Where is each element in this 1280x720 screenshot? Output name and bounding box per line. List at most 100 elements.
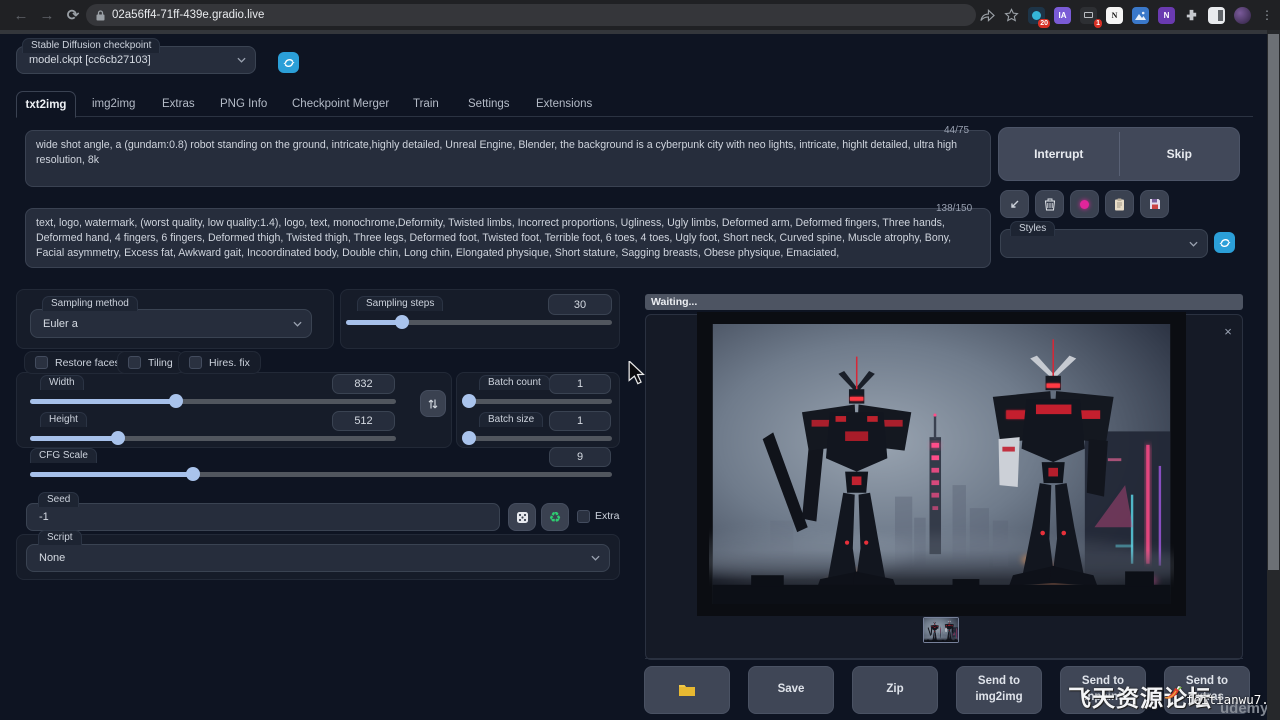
tab-extensions[interactable]: Extensions <box>532 91 596 117</box>
extension-pin-icon[interactable]: 20 <box>1028 7 1045 24</box>
paste-params-button[interactable] <box>1000 190 1029 218</box>
batch-size-slider[interactable] <box>466 431 612 445</box>
refresh-icon <box>1219 237 1231 249</box>
extensions-puzzle-icon[interactable] <box>1184 8 1199 23</box>
save-button[interactable]: Save <box>748 666 834 714</box>
slider-handle[interactable] <box>462 394 476 408</box>
styles-refresh-button[interactable] <box>1214 232 1235 253</box>
random-seed-button[interactable] <box>508 503 536 531</box>
slider-handle[interactable] <box>462 431 476 445</box>
batch-count-label: Batch count <box>479 375 550 390</box>
extension-badge: 20 <box>1038 19 1050 28</box>
bookmark-star-icon[interactable] <box>1004 8 1019 23</box>
negative-prompt-input[interactable]: text, logo, watermark, (worst quality, l… <box>25 208 991 268</box>
clear-prompt-button[interactable] <box>1035 190 1064 218</box>
swap-dimensions-button[interactable] <box>420 390 446 417</box>
script-select[interactable]: None <box>26 544 610 572</box>
apply-styles-button[interactable] <box>1105 190 1134 218</box>
slider-handle[interactable] <box>111 431 125 445</box>
seed-extra-checkbox[interactable] <box>577 510 590 523</box>
tab-txt2img[interactable]: txt2img <box>16 91 76 118</box>
restore-faces-option[interactable]: Restore faces <box>24 351 131 374</box>
extension-screenshot-icon[interactable]: 1 <box>1080 7 1097 24</box>
save-style-button[interactable] <box>1140 190 1169 218</box>
slider-handle[interactable] <box>395 315 409 329</box>
script-label: Script <box>38 530 82 545</box>
open-folder-button[interactable] <box>644 666 730 714</box>
extension-ia-icon[interactable]: IA <box>1054 7 1071 24</box>
extension-image-icon[interactable] <box>1132 7 1149 24</box>
slider-handle[interactable] <box>186 467 200 481</box>
cfg-scale-slider[interactable] <box>30 467 612 481</box>
scrollbar-thumb[interactable] <box>1268 34 1279 570</box>
hires-fix-option[interactable]: Hires. fix <box>178 351 261 374</box>
chevron-down-icon <box>237 57 246 63</box>
height-value[interactable]: 512 <box>332 411 395 431</box>
batch-count-value[interactable]: 1 <box>549 374 611 394</box>
sampling-steps-slider[interactable] <box>346 315 612 329</box>
hires-fix-checkbox[interactable] <box>189 356 202 369</box>
tab-settings[interactable]: Settings <box>464 91 514 117</box>
width-value[interactable]: 832 <box>332 374 395 394</box>
tiling-option[interactable]: Tiling <box>117 351 184 374</box>
batch-size-value[interactable]: 1 <box>549 411 611 431</box>
send-to-img2img-button[interactable]: Send to img2img <box>956 666 1042 714</box>
tab-png-info[interactable]: PNG Info <box>216 91 271 117</box>
interrupt-button[interactable]: Interrupt <box>999 128 1119 180</box>
extra-networks-button[interactable] <box>1070 190 1099 218</box>
tab-extras[interactable]: Extras <box>158 91 199 117</box>
sidepanel-icon[interactable] <box>1208 7 1225 24</box>
cfg-scale-value[interactable]: 9 <box>549 447 611 467</box>
width-slider[interactable] <box>30 394 396 408</box>
tiling-checkbox[interactable] <box>128 356 141 369</box>
batch-size-label: Batch size <box>479 412 543 427</box>
chevron-down-icon <box>591 555 600 561</box>
gallery-thumbnail[interactable] <box>923 617 959 643</box>
slider-handle[interactable] <box>169 394 183 408</box>
chili-logo-icon <box>1158 678 1184 704</box>
sampling-steps-label: Sampling steps <box>357 296 443 311</box>
reuse-seed-button[interactable]: ♻ <box>541 503 569 531</box>
height-slider[interactable] <box>30 431 396 445</box>
seed-value: -1 <box>39 511 49 523</box>
prompt-input[interactable]: wide shot angle, a (gundam:0.8) robot st… <box>25 130 991 187</box>
address-bar[interactable]: 02a56ff4-71ff-439e.gradio.live <box>86 4 976 26</box>
sampling-method-label: Sampling method <box>42 296 138 311</box>
sampling-method-value: Euler a <box>43 318 78 330</box>
page-scrollbar[interactable] <box>1267 30 1280 720</box>
browser-forward-button[interactable]: → <box>34 7 60 24</box>
restore-faces-label: Restore faces <box>55 357 120 369</box>
width-label: Width <box>40 375 84 390</box>
extension-notion-icon[interactable]: N <box>1106 7 1123 24</box>
checkpoint-refresh-button[interactable] <box>278 52 299 73</box>
tab-img2img[interactable]: img2img <box>88 91 139 117</box>
sampling-method-select[interactable]: Euler a <box>30 309 312 338</box>
seed-input[interactable]: -1 <box>26 503 500 531</box>
profile-avatar[interactable] <box>1234 7 1251 24</box>
lock-icon <box>96 10 105 21</box>
height-label: Height <box>40 412 87 427</box>
extension-onenote-icon[interactable]: N <box>1158 7 1175 24</box>
progress-bar: Waiting... <box>645 294 1243 310</box>
share-icon[interactable] <box>980 8 995 22</box>
restore-faces-checkbox[interactable] <box>35 356 48 369</box>
skip-button[interactable]: Skip <box>1120 128 1240 180</box>
batch-count-slider[interactable] <box>466 394 612 408</box>
tab-checkpoint-merger[interactable]: Checkpoint Merger <box>288 91 393 117</box>
styles-label: Styles <box>1010 221 1055 236</box>
script-value: None <box>39 552 65 564</box>
close-preview-icon[interactable]: × <box>1220 324 1236 340</box>
browser-back-button[interactable]: ← <box>8 7 34 24</box>
browser-reload-button[interactable]: ⟳ <box>60 6 86 24</box>
domain-watermark: feitianwu7.com <box>1186 692 1280 707</box>
extra-networks-icon <box>1080 200 1089 209</box>
zip-button[interactable]: Zip <box>852 666 938 714</box>
arrow-down-left-icon <box>1009 199 1020 210</box>
tab-train[interactable]: Train <box>409 91 443 117</box>
browser-menu-icon[interactable]: ⋮ <box>1260 8 1274 22</box>
seed-label: Seed <box>38 492 79 507</box>
page-top-edge <box>0 30 1280 34</box>
sampling-steps-value[interactable]: 30 <box>548 294 612 315</box>
generated-image[interactable] <box>703 318 1180 610</box>
hires-fix-label: Hires. fix <box>209 357 250 369</box>
